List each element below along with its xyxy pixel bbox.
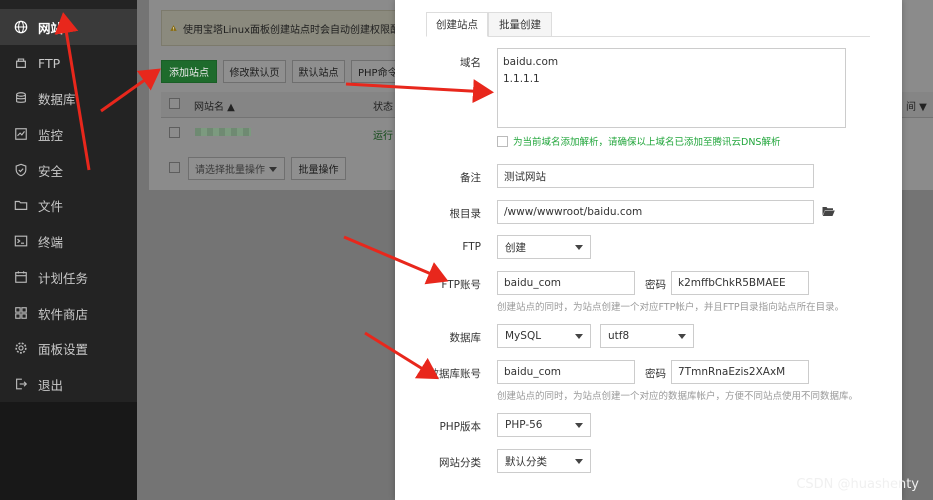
database-type-select[interactable]: MySQL [497,324,591,348]
sidebar-item-label: 退出 [38,377,64,393]
php-version-select[interactable]: PHP-56 [497,413,591,437]
ftp-select-value: 创建 [505,241,526,254]
warning-icon [170,25,177,31]
sidebar-item-website[interactable]: 网站 [0,9,137,45]
database-charset-value: utf8 [608,330,630,342]
sidebar-item-label: 文件 [38,198,64,214]
root-dir-input[interactable]: /www/wwwroot/baidu.com [497,200,814,224]
sidebar-item-terminal[interactable]: 终端 [0,223,137,259]
php-version-label: PHP版本 [439,421,481,433]
sidebar-item-ftp[interactable]: FTP [0,45,137,81]
sidebar-footer [0,402,137,500]
ftp-password-input[interactable]: k2mffbChkR5BMAEE [671,271,809,295]
sidebar-item-label: 面板设置 [38,341,89,357]
chevron-down-icon [269,167,277,172]
globe-icon [13,19,29,35]
site-status[interactable]: 运行 [373,127,393,142]
sidebar-item-label: 数据库 [38,91,76,107]
chevron-down-icon [678,334,686,339]
ftp-icon [13,55,29,71]
row-checkbox[interactable] [169,127,180,138]
site-category-value: 默认分类 [505,455,547,468]
site-category-select[interactable]: 默认分类 [497,449,591,473]
watermark: CSDN @huashenty [796,477,919,492]
sidebar-item-database[interactable]: 数据库 [0,80,137,116]
sidebar-item-label: 终端 [38,234,64,250]
batch-action-button[interactable]: 批量操作 [291,157,346,180]
dns-option[interactable]: 为当前域名添加解析，请确保以上域名已添加至腾讯云DNS解析 [497,134,780,148]
ftp-password-label: 密码 [645,279,666,291]
domain-label: 域名 [460,57,481,69]
sidebar-item-logout[interactable]: 退出 [0,366,137,402]
sidebar-item-store[interactable]: 软件商店 [0,295,137,331]
dns-checkbox[interactable] [497,135,508,147]
sidebar-item-label: FTP [38,55,61,71]
sidebar-item-security[interactable]: 安全 [0,152,137,188]
sidebar-item-cron[interactable]: 计划任务 [0,259,137,295]
sidebar-item-files[interactable]: 文件 [0,187,137,223]
edit-default-page-button[interactable]: 修改默认页 [223,60,286,83]
php-version-value: PHP-56 [505,419,543,431]
ftp-account-label: FTP账号 [441,279,481,291]
shield-icon [13,162,29,178]
database-type-value: MySQL [505,330,542,342]
tab-batch-create[interactable]: 批量创建 [488,12,552,37]
sidebar-item-monitor[interactable]: 监控 [0,116,137,152]
logout-icon [13,376,29,392]
note-input[interactable]: 测试网站 [497,164,814,188]
batch-select[interactable]: 请选择批量操作 [188,157,285,180]
sidebar-item-label: 监控 [38,127,64,143]
chevron-down-icon [575,459,583,464]
sidebar-item-label: 安全 [38,163,64,179]
chevron-down-icon [575,423,583,428]
site-category-label: 网站分类 [439,457,481,469]
column-site-name[interactable]: 网站名 ▲ [194,98,235,113]
warning-text: 使用宝塔Linux面板创建站点时会自动创建权限配 [183,24,400,36]
chevron-down-icon [575,245,583,250]
domain-line: baidu.com [503,56,559,68]
batch-select-text: 请选择批量操作 [195,165,265,176]
sidebar: 网站 FTP 数据库 监控 安全 文件 终端 计划任务 软件商店 面板设置 退出 [0,0,137,500]
column-time[interactable]: 间 ▼ [906,98,927,113]
sidebar-item-label: 网站 [38,20,64,36]
batch-checkbox[interactable] [169,162,180,173]
domain-line: 1.1.1.1 [503,73,540,85]
database-password-input[interactable]: 7TmnRnaEzis2XAxM [671,360,809,384]
note-label: 备注 [460,172,481,184]
database-password-label: 密码 [645,368,666,380]
grid-icon [13,305,29,321]
folder-open-icon[interactable] [822,205,835,217]
select-all-checkbox[interactable] [169,98,180,109]
monitor-icon [13,126,29,142]
gear-icon [13,340,29,356]
terminal-icon [13,233,29,249]
database-account-label: 数据库账号 [428,368,482,380]
chevron-down-icon [575,334,583,339]
ftp-label: FTP [462,241,481,253]
ftp-select[interactable]: 创建 [497,235,591,259]
add-site-button[interactable]: 添加站点 [161,60,217,83]
domain-textarea[interactable]: baidu.com 1.1.1.1 [497,48,846,128]
database-icon [13,90,29,106]
database-label: 数据库 [449,332,482,344]
sidebar-item-settings[interactable]: 面板设置 [0,330,137,366]
default-site-button[interactable]: 默认站点 [292,60,345,83]
root-dir-label: 根目录 [449,208,482,220]
tab-create-site[interactable]: 创建站点 [426,12,488,37]
dns-checkbox-label: 为当前域名添加解析，请确保以上域名已添加至腾讯云DNS解析 [513,137,781,148]
sidebar-item-label: 计划任务 [38,270,89,286]
site-name-redacted[interactable] [195,128,251,136]
database-charset-select[interactable]: utf8 [600,324,694,348]
warning-banner: 使用宝塔Linux面板创建站点时会自动创建权限配 [161,10,401,46]
php-cmd-button[interactable]: PHP命令 [351,60,401,83]
sidebar-item-label: 软件商店 [38,306,89,322]
column-status[interactable]: 状态 [373,98,393,113]
calendar-icon [13,269,29,285]
database-hint: 创建站点的同时，为站点创建一个对应的数据库帐户，方便不同站点使用不同数据库。 [497,391,859,402]
ftp-hint: 创建站点的同时，为站点创建一个对应FTP帐户，并且FTP目录指向站点所在目录。 [497,302,845,313]
folder-icon [13,197,29,213]
